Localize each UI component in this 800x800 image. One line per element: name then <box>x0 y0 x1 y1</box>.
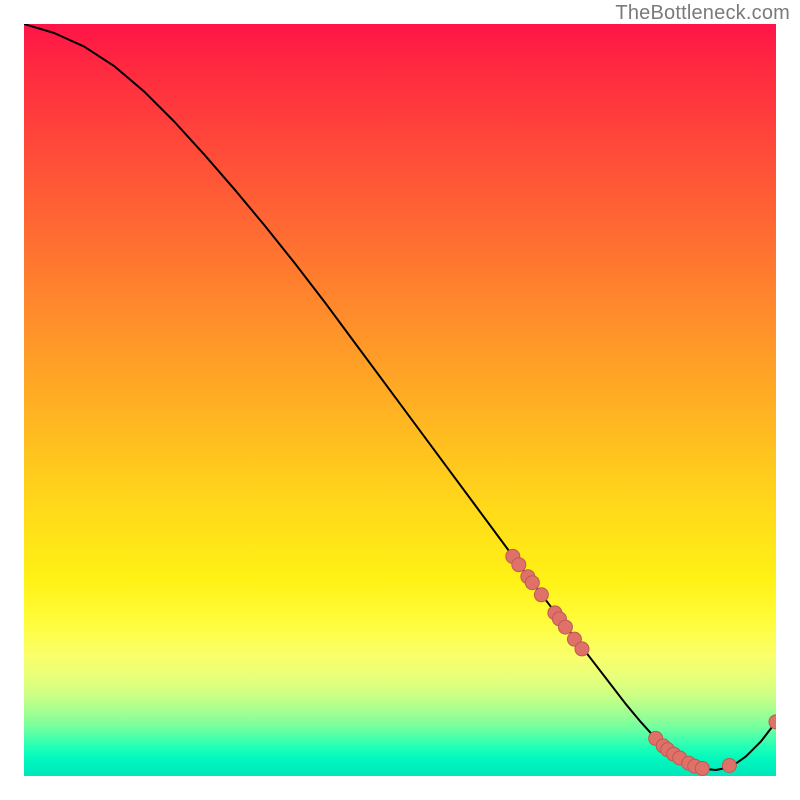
bottleneck-curve-line <box>24 24 776 770</box>
marker-dot <box>575 642 589 656</box>
marker-dot <box>512 558 526 572</box>
chart-stage: TheBottleneck.com <box>0 0 800 800</box>
highlight-markers <box>506 549 776 775</box>
marker-dot <box>534 588 548 602</box>
marker-dot <box>695 761 709 775</box>
marker-dot <box>525 576 539 590</box>
marker-dot <box>558 620 572 634</box>
marker-dot <box>769 715 776 729</box>
chart-svg <box>24 24 776 776</box>
marker-dot <box>722 758 736 772</box>
plot-area <box>24 24 776 776</box>
watermark-text: TheBottleneck.com <box>615 2 790 25</box>
